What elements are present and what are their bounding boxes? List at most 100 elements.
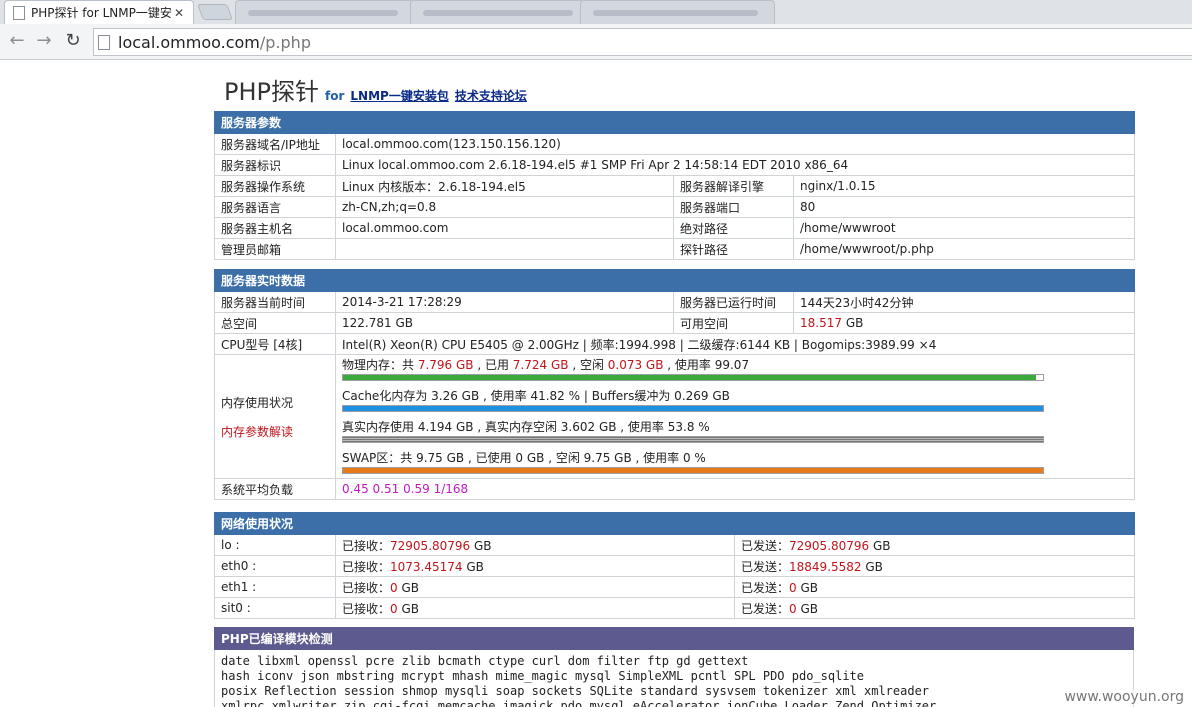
recv-cell: 已接收：72905.80796 GB (335, 534, 735, 556)
modules-list: date libxml openssl pcre zlib bcmath cty… (214, 649, 1134, 707)
row-label: 服务器解译引擎 (673, 175, 794, 197)
new-tab-button[interactable] (197, 4, 233, 20)
reload-icon[interactable]: ↻ (62, 30, 84, 52)
send-label: 已发送： (741, 559, 790, 574)
for-label: for (325, 89, 345, 103)
table-row: 系统平均负载 0.45 0.51 0.59 1/168 (214, 478, 1136, 500)
tab-inactive[interactable] (410, 0, 585, 24)
text: 物理内存：共 (342, 358, 418, 372)
url-path: /p.php (259, 32, 311, 52)
tab-inactive[interactable] (235, 0, 415, 24)
table-row: 服务器语言 zh-CN,zh;q=0.8 服务器端口 80 (214, 196, 1136, 218)
table-row: 服务器操作系统 Linux 内核版本：2.6.18-194.el5 服务器解译引… (214, 175, 1136, 197)
url-host: local.ommoo.com (118, 32, 260, 52)
send-value: 18849.5582 (789, 559, 862, 574)
iface-name: lo : (214, 534, 336, 556)
table-row: 服务器当前时间 2014-3-21 17:28:29 服务器已运行时间 144天… (214, 291, 1136, 313)
recv-label: 已接收： (342, 538, 391, 553)
table-row: sit0 : 已接收：0 GB 已发送：0 GB (214, 597, 1136, 619)
row-value: 18.517 GB (792, 312, 1136, 334)
progress-fill (343, 468, 1043, 473)
table-row: 服务器标识 Linux local.ommoo.com 2.6.18-194.e… (214, 154, 1136, 176)
row-label: 服务器域名/IP地址 (214, 133, 336, 155)
row-label: 服务器已运行时间 (673, 291, 794, 313)
row-label: 总空间 (214, 312, 336, 334)
row-label: 服务器主机名 (214, 217, 336, 239)
tab-active[interactable]: PHP探针 for LNMP一键安 ✕ (4, 0, 194, 24)
tab-title-blurred (248, 10, 398, 16)
recv-label: 已接收： (342, 601, 391, 616)
row-value: 80 (792, 196, 1136, 218)
iface-name: eth1 : (214, 576, 336, 598)
module-line: xmlrpc xmlwriter zip cgi-fcgi memcache i… (221, 699, 937, 707)
section-header: 服务器参数 (213, 111, 1136, 134)
address-bar[interactable]: local.ommoo.com/p.php (93, 28, 1192, 56)
swap-bar (342, 467, 1044, 474)
table-row: eth0 : 已接收：1073.45174 GB 已发送：18849.5582 … (214, 555, 1136, 577)
row-value: zh-CN,zh;q=0.8 (335, 196, 674, 218)
recv-cell: 已接收：0 GB (335, 597, 735, 619)
row-value: Linux 内核版本：2.6.18-194.el5 (335, 175, 674, 197)
recv-value: 72905.80796 (390, 538, 471, 553)
section-header: PHP已编译模块检测 (214, 627, 1134, 650)
section-header: 服务器实时数据 (213, 269, 1136, 292)
memory-usage-label: 内存使用状况 (221, 395, 294, 410)
table-row: 管理员邮箱 探针路径 /home/wwwroot/p.php (214, 238, 1136, 260)
table-row: 总空间 122.781 GB 可用空间 18.517 GB (214, 312, 1136, 334)
physical-memory-bar (342, 374, 1044, 381)
phys-total: 7.796 GB (417, 358, 474, 372)
row-label: 服务器端口 (673, 196, 794, 218)
close-icon[interactable]: ✕ (173, 6, 185, 20)
module-line: date libxml openssl pcre zlib bcmath cty… (221, 654, 749, 668)
server-params-table: 服务器参数 服务器域名/IP地址 local.ommoo.com(123.150… (213, 111, 1136, 260)
forward-arrow-icon[interactable]: → (33, 30, 55, 52)
row-label: 服务器语言 (214, 196, 336, 218)
row-value: /home/wwwroot/p.php (792, 238, 1136, 260)
unit: GB (397, 580, 420, 595)
page-content: PHP探针 for LNMP一键安装包 技术支持论坛 服务器参数 服务器域名/I… (0, 60, 1192, 707)
row-label: 绝对路径 (673, 217, 794, 239)
text: , 已用 (473, 358, 513, 372)
send-label: 已发送： (741, 538, 790, 553)
row-value: 2014-3-21 17:28:29 (335, 291, 674, 313)
memory-params-link[interactable]: 内存参数解读 (221, 423, 329, 440)
send-cell: 已发送：72905.80796 GB (733, 534, 1136, 556)
section-header: 网络使用状况 (213, 512, 1136, 535)
recv-cell: 已接收：0 GB (335, 576, 735, 598)
row-value: Linux local.ommoo.com 2.6.18-194.el5 #1 … (334, 154, 1136, 176)
unit: GB (796, 580, 819, 595)
back-arrow-icon[interactable]: ← (6, 30, 28, 52)
free-space-unit: GB (842, 316, 864, 330)
physical-memory-line: 物理内存：共 7.796 GB , 已用 7.724 GB , 空闲 0.073… (342, 357, 1128, 373)
table-row: 服务器域名/IP地址 local.ommoo.com(123.150.156.1… (214, 133, 1136, 155)
row-value: nginx/1.0.15 (792, 175, 1136, 197)
real-memory-line: 真实内存使用 4.194 GB , 真实内存空闲 3.602 GB , 使用率 … (342, 420, 710, 434)
modules-table: PHP已编译模块检测 date libxml openssl pcre zlib… (214, 627, 1134, 707)
free-space-value: 18.517 (800, 316, 842, 330)
row-label: 系统平均负载 (214, 478, 336, 500)
page-icon (98, 34, 110, 50)
tab-inactive[interactable] (580, 0, 775, 24)
unit: GB (796, 601, 819, 616)
recv-value: 0 (390, 601, 398, 616)
row-label: 服务器标识 (214, 154, 336, 176)
lnmp-link[interactable]: LNMP一键安装包 (350, 87, 448, 104)
row-label: 内存使用状况 内存参数解读 (214, 354, 336, 479)
table-row: 内存使用状况 内存参数解读 物理内存：共 7.796 GB , 已用 7.724… (214, 354, 1136, 479)
send-cell: 已发送：0 GB (733, 576, 1136, 598)
recv-label: 已接收： (342, 580, 391, 595)
cache-memory-line: Cache化内存为 3.26 GB , 使用率 41.82 % | Buffer… (342, 389, 730, 403)
send-value: 0 (789, 580, 797, 595)
row-value: local.ommoo.com (335, 217, 674, 239)
table-row: lo : 已接收：72905.80796 GB 已发送：72905.80796 … (214, 534, 1136, 556)
recv-value: 1073.45174 (390, 559, 463, 574)
network-table: 网络使用状况 lo : 已接收：72905.80796 GB 已发送：72905… (213, 512, 1136, 619)
recv-cell: 已接收：1073.45174 GB (335, 555, 735, 577)
row-value: 0.45 0.51 0.59 1/168 (334, 478, 1136, 500)
iface-name: eth0 : (214, 555, 336, 577)
row-value (335, 238, 674, 260)
memory-cell: 物理内存：共 7.796 GB , 已用 7.724 GB , 空闲 0.073… (334, 354, 1136, 479)
forum-link[interactable]: 技术支持论坛 (455, 87, 527, 104)
send-label: 已发送： (741, 601, 790, 616)
send-label: 已发送： (741, 580, 790, 595)
